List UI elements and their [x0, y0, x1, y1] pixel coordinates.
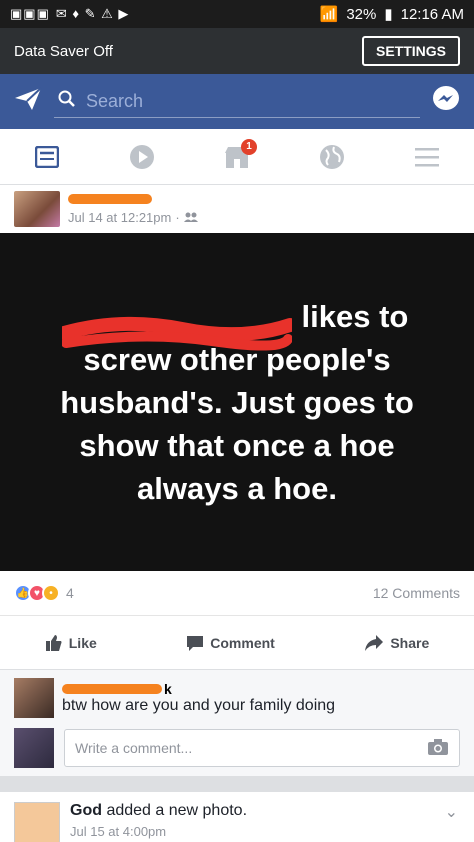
tab-video[interactable]	[118, 137, 166, 177]
tab-news-feed[interactable]	[23, 137, 71, 177]
menu-icon	[414, 147, 439, 166]
meta-separator: ·	[175, 209, 180, 225]
search-placeholder: Search	[86, 90, 144, 111]
comment-icon	[187, 635, 204, 651]
post-meta-block: Jul 14 at 12:21pm ·	[68, 193, 198, 225]
tab-notifications[interactable]	[308, 137, 356, 177]
redacted-author-name	[68, 193, 152, 204]
next-post-action: added a new photo.	[106, 802, 248, 819]
commenter-avatar[interactable]	[14, 678, 54, 718]
top-bar: Search	[0, 74, 474, 129]
tab-menu[interactable]	[403, 137, 451, 177]
post-time[interactable]: Jul 14 at 12:21pm	[68, 210, 171, 225]
comments-section: k btw how are you and your family doing …	[0, 669, 474, 776]
comment-placeholder: Write a comment...	[75, 740, 193, 756]
comment-body: k btw how are you and your family doing	[62, 681, 335, 715]
tab-bar: 1	[0, 129, 474, 185]
post-image[interactable]: MMMMM Green likes to screw other people'…	[0, 233, 474, 571]
clock: 12:16 AM	[400, 5, 464, 23]
post-line-5: always a hoe.	[137, 470, 337, 506]
write-comment-row: Write a comment...	[14, 728, 460, 768]
send-icon[interactable]	[14, 87, 42, 116]
facebook-notification-icon: ▣▣▣	[10, 6, 50, 21]
next-post-header: God added a new photo. Jul 15 at 4:00pm …	[0, 792, 474, 842]
next-post-time[interactable]: Jul 15 at 4:00pm	[70, 824, 247, 839]
search-icon	[58, 90, 76, 113]
post-line-3: husband's. Just goes to	[60, 384, 414, 420]
share-label: Share	[390, 634, 430, 651]
author-avatar[interactable]	[14, 191, 60, 227]
chevron-down-icon[interactable]: ⌄	[445, 802, 458, 822]
next-post-meta: God added a new photo. Jul 15 at 4:00pm	[70, 802, 247, 839]
like-label: Like	[68, 634, 97, 651]
marketplace-badge: 1	[240, 138, 257, 155]
friends-audience-icon	[183, 210, 198, 225]
misc-notification-icons: ✉ ♦ ✎ ⚠ ▶	[55, 6, 130, 21]
camera-icon[interactable]	[427, 738, 449, 759]
comment-item: k btw how are you and your family doing	[14, 678, 460, 718]
system-icons: 📶 32% ▮ 12:16 AM	[319, 5, 464, 24]
current-user-avatar	[14, 728, 54, 768]
post-actions: Like Comment Share	[0, 615, 474, 669]
battery-icon: ▮	[384, 6, 393, 23]
comment-label: Comment	[210, 634, 275, 651]
search-input[interactable]: Search	[54, 86, 420, 118]
thumbs-up-icon	[45, 634, 62, 651]
comments-count[interactable]: 12 Comments	[373, 585, 460, 601]
messenger-icon[interactable]	[432, 85, 460, 118]
comment-button[interactable]: Comment	[186, 634, 275, 652]
post-meta: Jul 14 at 12:21pm ·	[68, 210, 198, 225]
comment-input[interactable]: Write a comment...	[64, 729, 460, 767]
wow-reaction-icon: •	[42, 584, 60, 602]
like-button[interactable]: Like	[45, 634, 97, 652]
tab-marketplace[interactable]: 1	[213, 137, 261, 177]
reactions-bar: 👍 ♥ • 4 12 Comments	[0, 571, 474, 615]
post-header: Jul 14 at 12:21pm ·	[0, 185, 474, 233]
post-line-1: likes to	[301, 298, 409, 334]
battery-percent: 32%	[346, 5, 377, 23]
god-avatar[interactable]	[14, 802, 60, 842]
share-button[interactable]: Share	[364, 634, 429, 652]
reaction-summary[interactable]: 👍 ♥ • 4	[14, 584, 74, 602]
data-saver-label: Data Saver Off	[14, 42, 113, 60]
status-bar: ▣▣▣ ✉ ♦ ✎ ⚠ ▶ 📶 32% ▮ 12:16 AM	[0, 0, 474, 28]
settings-button[interactable]: SETTINGS	[361, 36, 460, 66]
video-icon	[130, 144, 155, 169]
feed-divider	[0, 776, 474, 792]
wifi-icon: 📶	[319, 6, 339, 23]
reaction-count: 4	[66, 585, 74, 601]
redacted-commenter-name	[62, 684, 162, 694]
data-saver-bar: Data Saver Off SETTINGS	[0, 28, 474, 74]
comment-text: btw how are you and your family doing	[62, 697, 336, 714]
notification-icons: ▣▣▣ ✉ ♦ ✎ ⚠ ▶	[10, 6, 129, 22]
share-icon	[365, 634, 384, 651]
red-scribble-redaction	[62, 316, 292, 351]
commenter-name-suffix: k	[164, 681, 172, 697]
next-post-author[interactable]: God	[70, 802, 102, 819]
post-line-4: show that once a hoe	[79, 427, 395, 463]
globe-icon	[319, 144, 344, 169]
news-feed-icon	[35, 145, 60, 168]
